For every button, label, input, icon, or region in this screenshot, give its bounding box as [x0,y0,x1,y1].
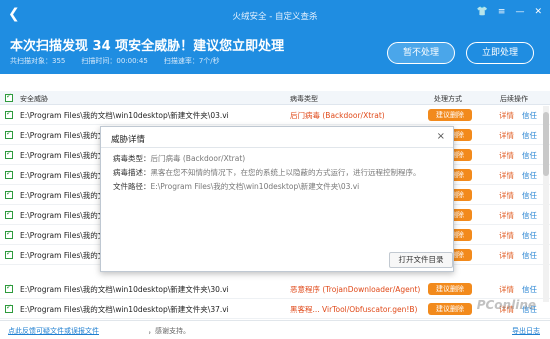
select-all-checkbox[interactable] [5,92,13,102]
detail-link[interactable]: 详情 [499,190,514,201]
trust-link[interactable]: 信任 [522,170,537,181]
close-icon[interactable]: × [437,131,445,142]
column-virus-type: 病毒类型 [290,95,318,103]
dialog-divider [101,147,453,148]
file-path-value: E:\Program Files\我的文档\win10desktop\新建文件夹… [150,182,360,191]
menu-icon[interactable]: ≡ [498,7,506,17]
column-threat: 安全威胁 [20,95,48,103]
trust-link[interactable]: 信任 [522,190,537,201]
footer-bar: 点此反馈可疑文件或误报文件 ，感谢支持。 导出日志 [0,320,550,339]
detail-link[interactable]: 详情 [499,170,514,181]
trust-link[interactable]: 信任 [522,150,537,161]
dialog-title: 威胁详情 [111,135,146,145]
row-checkbox[interactable] [5,283,13,293]
action-dropdown[interactable]: 建议删除 [428,303,472,315]
row-checkbox[interactable] [5,149,13,159]
trust-link[interactable]: 信任 [522,230,537,241]
action-dropdown[interactable]: 建议删除 [428,283,472,295]
virus-desc-key: 病毒描述： [113,168,151,177]
window-controls: 👕 ≡ — ✕ [477,7,542,17]
row-checkbox[interactable] [5,303,13,313]
scan-result-headline: 本次扫描发现 34 项安全威胁！建议您立即处理 [10,39,285,54]
column-action: 处理方式 [434,95,462,103]
column-follow-up: 后续操作 [500,95,528,103]
virus-type: 恶意程序 (TrojanDownloader/Agent) [290,285,421,294]
row-checkbox[interactable] [5,109,13,119]
header-bar: ❮ 火绒安全 - 自定义查杀 👕 ≡ — ✕ 本次扫描发现 34 项安全威胁！建… [0,0,550,74]
detail-link[interactable]: 详情 [499,210,514,221]
detail-link[interactable]: 详情 [499,230,514,241]
virus-type-row: 病毒类型：后门病毒 (Backdoor/Xtrat) [113,153,245,164]
virus-type-key: 病毒类型： [113,154,151,163]
scan-rate: 扫描速率：7个/秒 [163,57,220,65]
skin-icon[interactable]: 👕 [477,7,488,17]
detail-link[interactable]: 详情 [499,250,514,261]
table-row: E:\Program Files\我的文档\win10desktop\新建文件夹… [0,106,550,125]
row-checkbox[interactable] [5,249,13,259]
trust-link[interactable]: 信任 [522,110,537,121]
scan-stats: 共扫描对象：355 扫描时间：00:00:45 扫描速率：7个/秒 [10,56,220,66]
scanned-objects: 共扫描对象：355 [10,57,66,65]
detail-link[interactable]: 详情 [499,130,514,141]
ignore-button[interactable]: 暂不处理 [387,42,455,64]
row-checkbox[interactable] [5,229,13,239]
file-path-key: 文件路径： [113,182,151,191]
trust-link[interactable]: 信任 [522,284,537,295]
export-log-link[interactable]: 导出日志 [512,326,540,336]
open-folder-button[interactable]: 打开文件目录 [389,252,453,268]
window-title: 火绒安全 - 自定义查杀 [232,12,318,22]
detail-link[interactable]: 详情 [499,150,514,161]
fix-now-button[interactable]: 立即处理 [466,42,534,64]
scan-time: 扫描时间：00:00:45 [81,57,148,65]
detail-link[interactable]: 详情 [499,110,514,121]
minimize-icon[interactable]: — [515,7,524,17]
action-dropdown[interactable]: 建议删除 [428,109,472,121]
thanks-text: ，感谢支持。 [148,327,190,335]
row-checkbox[interactable] [5,189,13,199]
trust-link[interactable]: 信任 [522,250,537,261]
trust-link[interactable]: 信任 [522,130,537,141]
threat-path: E:\Program Files\我的文档\win10desktop\新建文件夹… [20,285,229,294]
scrollbar[interactable] [543,106,549,302]
row-checkbox[interactable] [5,209,13,219]
file-path-row: 文件路径：E:\Program Files\我的文档\win10desktop\… [113,181,359,192]
row-checkbox[interactable] [5,169,13,179]
trust-link[interactable]: 信任 [522,210,537,221]
virus-type: 后门病毒 (Backdoor/Xtrat) [290,111,385,120]
threat-path: E:\Program Files\我的文档\win10desktop\新建文件夹… [20,111,229,120]
table-header: 安全威胁 病毒类型 处理方式 后续操作 [0,91,550,105]
watermark: PConline [476,298,536,312]
virus-type-value: 后门病毒 (Backdoor/Xtrat) [150,154,246,163]
table-row: E:\Program Files\我的文档\win10desktop\新建文件夹… [0,280,550,299]
threat-path: E:\Program Files\我的文档\win10desktop\新建文件夹… [20,305,229,314]
feedback-link[interactable]: 点此反馈可疑文件或误报文件 [8,326,99,336]
detail-link[interactable]: 详情 [499,284,514,295]
virus-desc-value: 黑客在您不知情的情况下，在您的系统上以隐蔽的方式运行，进行远程控制程序。 [150,168,421,177]
close-icon[interactable]: ✕ [534,7,542,17]
row-checkbox[interactable] [5,129,13,139]
virus-desc-row: 病毒描述：黑客在您不知情的情况下，在您的系统上以隐蔽的方式运行，进行远程控制程序… [113,167,421,178]
threat-detail-dialog: 威胁详情 × 病毒类型：后门病毒 (Backdoor/Xtrat) 病毒描述：黑… [100,126,454,272]
scrollbar-thumb[interactable] [543,112,549,176]
virus-type: 黑客程... VirTool/Obfuscator.gen!B) [290,305,418,314]
table-row: E:\Program Files\我的文档\win10desktop\新建文件夹… [0,300,550,319]
